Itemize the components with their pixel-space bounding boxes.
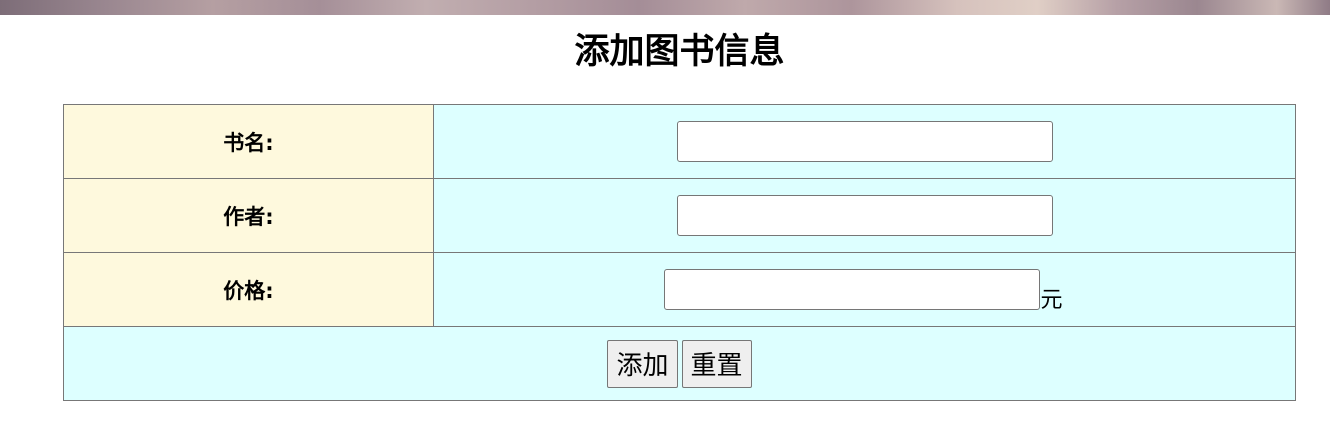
- top-banner-image: [0, 0, 1330, 15]
- reset-button[interactable]: 重置: [681, 339, 752, 388]
- price-input[interactable]: [664, 269, 1041, 310]
- price-input-cell: 元: [433, 252, 1296, 327]
- form-row-title: 书名:: [63, 104, 1296, 179]
- form-row-price: 价格: 元: [63, 252, 1296, 327]
- actions-cell: 添加 重置: [63, 326, 1296, 401]
- title-input-cell: [433, 104, 1296, 179]
- form-row-actions: 添加 重置: [63, 326, 1296, 401]
- price-input-wrap: 元: [664, 269, 1063, 313]
- author-input-cell: [433, 178, 1296, 253]
- form-row-author: 作者:: [63, 178, 1296, 253]
- add-book-form: 书名: 作者: 价格: 元 添加 重置: [63, 104, 1296, 401]
- add-button[interactable]: 添加: [607, 339, 678, 388]
- author-input[interactable]: [676, 195, 1053, 236]
- page-title: 添加图书信息: [574, 32, 785, 72]
- price-unit: 元: [1040, 288, 1063, 313]
- author-label: 作者:: [63, 178, 434, 253]
- price-label: 价格:: [63, 252, 434, 327]
- title-label: 书名:: [63, 104, 434, 179]
- title-input[interactable]: [676, 121, 1053, 162]
